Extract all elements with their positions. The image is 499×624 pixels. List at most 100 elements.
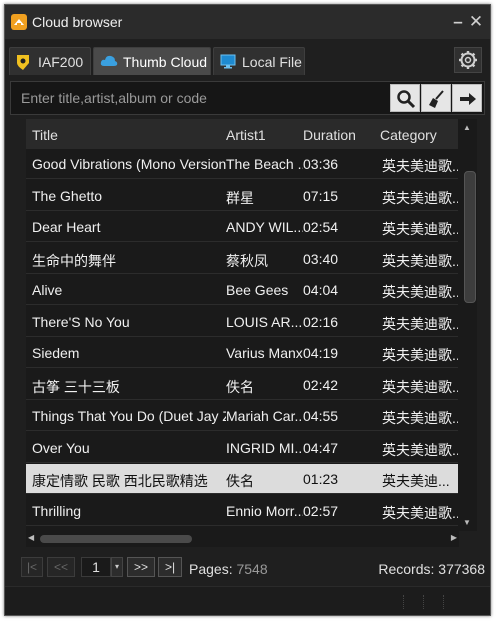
- status-bar: [5, 586, 490, 615]
- vertical-scrollbar[interactable]: ▲ ▼: [458, 119, 477, 531]
- scroll-up-icon[interactable]: ▲: [463, 123, 471, 132]
- table-row[interactable]: Dear Heart ANDY WIL... 02:54 英夫美迪歌...: [26, 212, 464, 242]
- cell-artist: 佚名: [226, 473, 254, 489]
- tab-thumb-cloud-label: Thumb Cloud: [123, 54, 208, 70]
- cloud-icon: [100, 54, 118, 71]
- window-title: Cloud browser: [32, 14, 123, 30]
- cell-duration: 04:19: [303, 345, 339, 361]
- cloud-browser-window: Cloud browser – ✕ IAF200 Thumb Cloud Loc…: [4, 4, 491, 616]
- cell-title: 生命中的舞伴: [32, 252, 116, 269]
- pages-count: Pages: 7548: [189, 561, 268, 577]
- pager: |< << ▾ >> >| Pages: 7548 Records: 37736…: [17, 553, 485, 583]
- cell-duration: 02:54: [303, 219, 339, 235]
- search-bar: [10, 81, 485, 115]
- cell-artist: Mariah Car...: [226, 408, 303, 424]
- cell-title: Over You: [32, 439, 90, 456]
- cell-artist: Bee Gees: [226, 282, 289, 298]
- resize-grip: [403, 595, 406, 609]
- chevron-down-icon: ▾: [114, 562, 119, 571]
- cell-artist: 蔡秋凤: [226, 252, 268, 269]
- column-header-category[interactable]: Category: [380, 127, 437, 143]
- search-input[interactable]: [15, 85, 383, 111]
- cell-title: There'S No You: [32, 313, 130, 330]
- cell-duration: 02:57: [303, 502, 339, 519]
- table-row[interactable]: Over You INGRID MI... 04:47 英夫美迪歌...: [26, 433, 464, 463]
- cell-duration: 04:47: [303, 439, 339, 456]
- records-count: Records: 377368: [378, 561, 485, 577]
- settings-button[interactable]: [454, 47, 482, 73]
- shield-badge-icon: [16, 54, 30, 73]
- table-row[interactable]: Things That You Do (Duet Jay Z) Mariah Ca…: [26, 401, 464, 431]
- cell-title: Siedem: [32, 345, 80, 361]
- scroll-right-icon[interactable]: ▶: [451, 533, 457, 542]
- cell-category: 英夫美迪歌...: [382, 441, 464, 458]
- page-dropdown-button[interactable]: ▾: [111, 557, 123, 577]
- cell-title: Thrilling: [32, 502, 82, 519]
- table-row[interactable]: 生命中的舞伴 蔡秋凤 03:40 英夫美迪歌...: [26, 244, 464, 274]
- cell-category: 英夫美迪歌...: [382, 189, 464, 206]
- cell-artist: The Beach ...: [226, 156, 303, 172]
- cell-title: Good Vibrations (Mono Version): [32, 156, 226, 172]
- cell-artist: Varius Manx: [226, 345, 303, 361]
- column-header-duration[interactable]: Duration: [303, 127, 356, 143]
- column-header-title[interactable]: Title: [32, 127, 58, 143]
- table-row[interactable]: Thrilling Ennio Morr... 02:57 英夫美迪歌...: [26, 496, 464, 526]
- cell-artist: ANDY WIL...: [226, 219, 303, 235]
- pages-value: 7548: [236, 561, 268, 577]
- cell-duration: 02:16: [303, 313, 339, 330]
- scroll-down-icon[interactable]: ▼: [463, 518, 471, 527]
- table-row[interactable]: Alive Bee Gees 04:04 英夫美迪歌...: [26, 275, 464, 305]
- go-button[interactable]: [452, 84, 482, 112]
- cell-category: 英夫美迪...: [382, 473, 450, 489]
- cell-duration: 03:40: [303, 250, 339, 267]
- monitor-icon: [220, 54, 236, 72]
- app-logo-icon: [11, 14, 27, 30]
- cell-category: 英夫美迪歌...: [382, 252, 464, 269]
- tab-local-file-label: Local File: [242, 54, 302, 70]
- cell-category: 英夫美迪歌...: [382, 347, 464, 363]
- tab-iaf200[interactable]: IAF200: [9, 47, 91, 75]
- cell-category: 英夫美迪歌...: [382, 504, 464, 521]
- search-button[interactable]: [390, 84, 420, 112]
- last-page-button[interactable]: >|: [158, 557, 182, 577]
- tab-local-file[interactable]: Local File: [213, 47, 305, 75]
- cell-artist: Ennio Morr...: [226, 502, 303, 519]
- next-page-button[interactable]: >>: [127, 557, 155, 577]
- tab-bar: IAF200 Thumb Cloud Local File: [5, 43, 490, 77]
- vertical-scroll-thumb[interactable]: [464, 171, 476, 303]
- cell-duration: 07:15: [303, 187, 339, 204]
- table-row[interactable]: Siedem Varius Manx 04:19 英夫美迪歌...: [26, 338, 464, 368]
- arrow-right-icon: [460, 93, 476, 105]
- cell-duration: 02:42: [303, 376, 339, 393]
- table-row[interactable]: There'S No You LOUIS AR... 02:16 英夫美迪歌...: [26, 307, 464, 337]
- close-button[interactable]: ✕: [468, 13, 484, 31]
- cell-title: The Ghetto: [32, 187, 103, 204]
- records-label-text: Records:: [378, 561, 435, 577]
- resize-grip: [443, 595, 446, 609]
- tab-thumb-cloud[interactable]: Thumb Cloud: [93, 47, 211, 75]
- tab-iaf200-label: IAF200: [38, 54, 84, 70]
- first-page-button[interactable]: |<: [21, 557, 43, 577]
- prev-page-button[interactable]: <<: [47, 557, 75, 577]
- cell-duration: 01:23: [303, 471, 339, 487]
- cell-category: 英夫美迪歌...: [382, 410, 464, 426]
- cell-title: Things That You Do (Duet Jay Z): [32, 408, 226, 424]
- records-value: 377368: [438, 561, 485, 577]
- minimize-button[interactable]: –: [450, 13, 466, 31]
- horizontal-scroll-thumb[interactable]: [40, 535, 192, 543]
- cell-category: 英夫美迪歌...: [382, 378, 464, 395]
- broom-icon: [429, 90, 444, 108]
- table-row[interactable]: The Ghetto 群星 07:15 英夫美迪歌...: [26, 181, 464, 211]
- title-bar[interactable]: Cloud browser – ✕: [5, 5, 490, 39]
- horizontal-scrollbar[interactable]: ◀ ▶: [26, 531, 459, 547]
- cell-artist: 群星: [226, 189, 254, 206]
- table-row[interactable]: 古筝 三十三板 佚名 02:42 英夫美迪歌...: [26, 370, 464, 400]
- column-header-artist[interactable]: Artist1: [226, 127, 266, 143]
- cell-duration: 04:04: [303, 282, 339, 298]
- table-row[interactable]: Good Vibrations (Mono Version) The Beach …: [26, 149, 464, 179]
- clear-button[interactable]: [421, 84, 451, 112]
- page-number-input[interactable]: [81, 557, 111, 577]
- scroll-left-icon[interactable]: ◀: [28, 533, 34, 542]
- table-row[interactable]: 康定情歌 民歌 西北民歌精选 佚名 01:23 英夫美迪...: [26, 464, 459, 494]
- cell-title: 康定情歌 民歌 西北民歌精选: [32, 473, 208, 489]
